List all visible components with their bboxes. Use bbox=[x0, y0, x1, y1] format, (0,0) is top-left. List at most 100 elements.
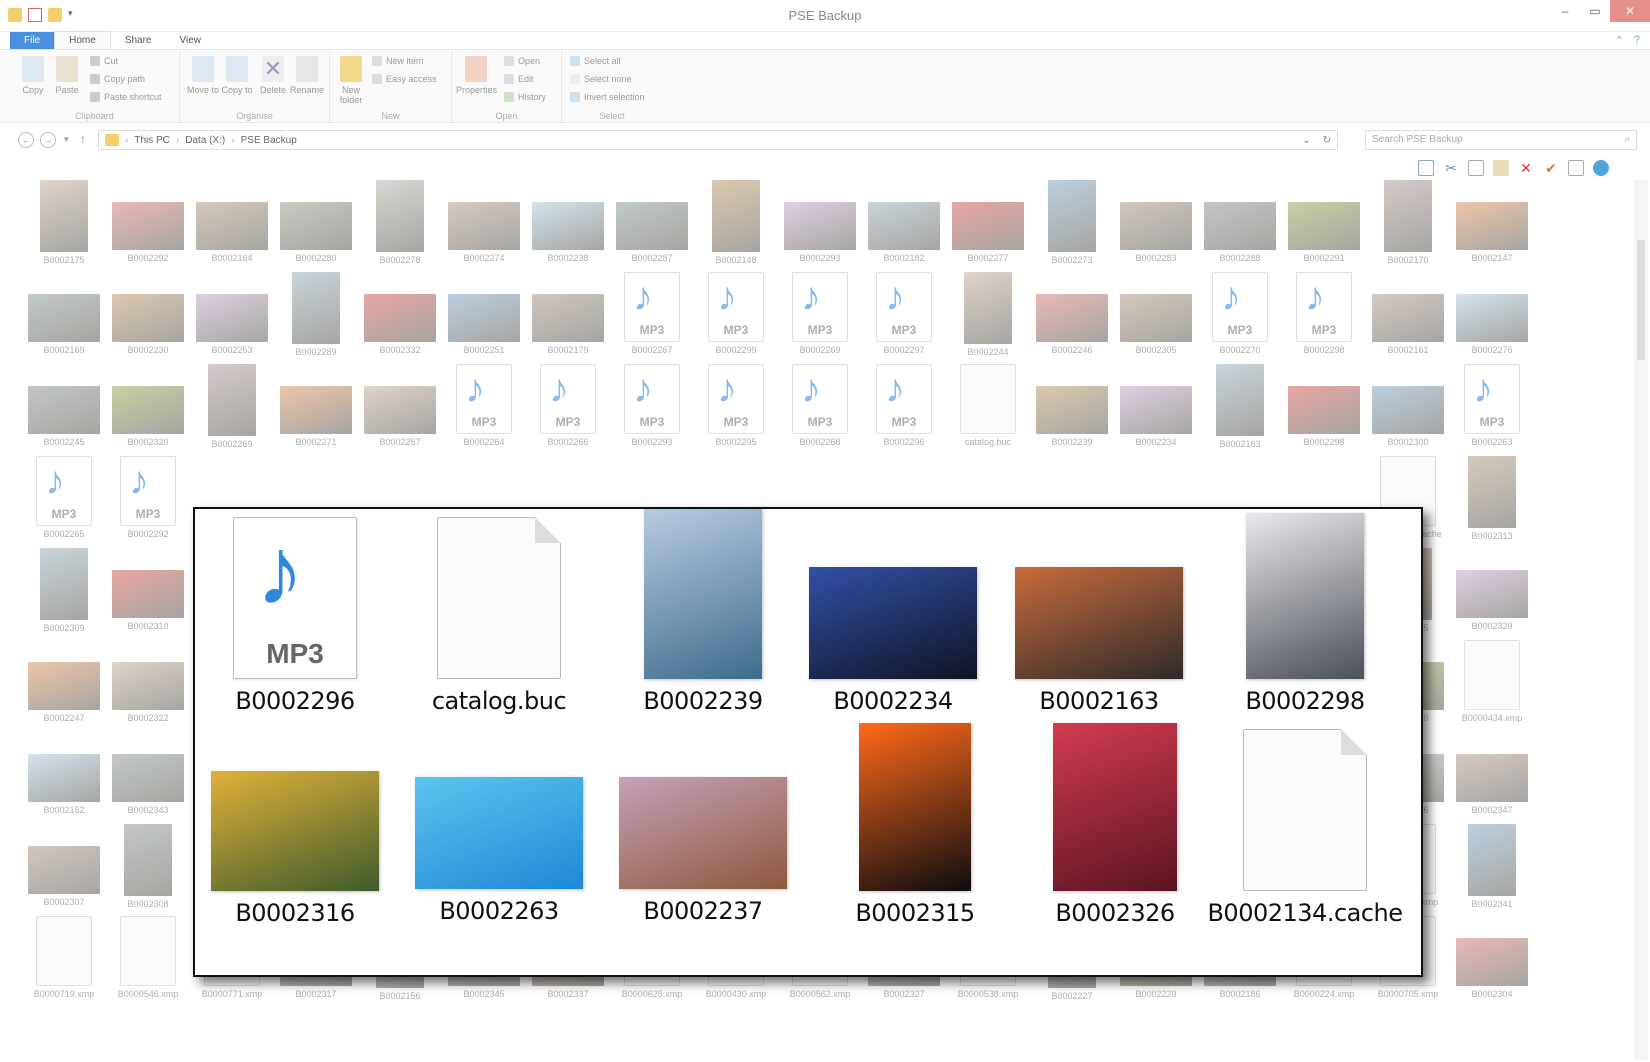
file-item[interactable]: B0002230 bbox=[104, 272, 192, 355]
file-item[interactable]: B0002164 bbox=[188, 180, 276, 263]
preview-pane-icon[interactable] bbox=[1418, 160, 1434, 176]
file-item[interactable]: B0002305 bbox=[1112, 272, 1200, 355]
tab-share[interactable]: Share bbox=[111, 32, 166, 49]
file-item[interactable]: B0002292 bbox=[104, 180, 192, 263]
file-item[interactable]: B0000546.xmp bbox=[104, 916, 192, 999]
file-item[interactable]: ♪ MP3 B0002264 bbox=[440, 364, 528, 447]
zoomed-file-item[interactable]: catalog.buc bbox=[399, 517, 599, 715]
maximize-button[interactable]: ▭ bbox=[1580, 0, 1610, 22]
tab-home[interactable]: Home bbox=[54, 31, 111, 49]
file-item[interactable]: B0002152 bbox=[20, 732, 108, 815]
zoomed-file-item[interactable]: B0002234 bbox=[793, 567, 993, 715]
file-item[interactable]: B0002246 bbox=[1028, 272, 1116, 355]
copy-to-button[interactable]: Copy to bbox=[220, 56, 254, 95]
recent-dropdown-icon[interactable]: ▾ bbox=[64, 134, 69, 145]
file-item[interactable]: ♪ MP3 B0002298 bbox=[1280, 272, 1368, 355]
file-item[interactable]: ♪ MP3 B0002267 bbox=[608, 272, 696, 355]
zoomed-file-item[interactable]: B0002134.cache bbox=[1205, 729, 1405, 927]
rename-button[interactable]: Rename bbox=[290, 56, 324, 95]
file-item[interactable]: B0002304 bbox=[1448, 916, 1536, 999]
file-item[interactable]: ♪ MP3 B0002293 bbox=[608, 364, 696, 447]
zoomed-file-item[interactable]: ♪ MP3 B0002296 bbox=[195, 517, 395, 715]
tab-file[interactable]: File bbox=[10, 31, 55, 49]
file-item[interactable]: ♪ MP3 B0002270 bbox=[1196, 272, 1284, 355]
zoomed-file-item[interactable]: B0002315 bbox=[815, 723, 1015, 927]
file-item[interactable]: ♪ MP3 B0002266 bbox=[524, 364, 612, 447]
delete-button[interactable]: ✕ Delete bbox=[256, 56, 290, 95]
file-item[interactable]: B0002343 bbox=[104, 732, 192, 815]
file-item[interactable]: ♪ MP3 B0002292 bbox=[104, 456, 192, 539]
file-item[interactable]: B0002251 bbox=[440, 272, 528, 355]
file-item[interactable]: ♪ MP3 B0002299 bbox=[692, 272, 780, 355]
file-item[interactable]: B0002170 bbox=[1364, 180, 1452, 265]
file-item[interactable]: B0002341 bbox=[1448, 824, 1536, 909]
scrollbar-thumb[interactable] bbox=[1637, 240, 1645, 360]
file-item[interactable]: B0002293 bbox=[776, 180, 864, 263]
address-bar[interactable]: › This PC › Data (X:) › PSE Backup ⌄ ↻ bbox=[98, 130, 1338, 150]
file-item[interactable]: ♪ MP3 B0002268 bbox=[776, 364, 864, 447]
file-item[interactable]: B0002277 bbox=[944, 180, 1032, 263]
file-item[interactable]: ♪ MP3 B0002295 bbox=[692, 364, 780, 447]
file-item[interactable]: B0002278 bbox=[356, 180, 444, 265]
zoomed-file-item[interactable]: B0002263 bbox=[399, 777, 599, 925]
paste-shortcut-button[interactable]: Paste shortcut bbox=[90, 92, 162, 102]
file-item[interactable]: B0002238 bbox=[524, 180, 612, 263]
copy-button[interactable]: Copy bbox=[16, 56, 50, 95]
easy-access-button[interactable]: Easy access bbox=[372, 74, 437, 84]
file-item[interactable]: B0002271 bbox=[272, 364, 360, 447]
file-item[interactable]: B0002300 bbox=[1364, 364, 1452, 447]
breadcrumb-data-drive[interactable]: Data (X:) bbox=[185, 135, 225, 146]
file-item[interactable]: B0002329 bbox=[1448, 548, 1536, 631]
file-item[interactable]: B0002289 bbox=[272, 272, 360, 357]
edit-button[interactable]: Edit bbox=[504, 74, 534, 84]
close-button[interactable]: ✕ bbox=[1610, 0, 1650, 22]
tab-view[interactable]: View bbox=[166, 32, 216, 49]
select-all-button[interactable]: Select all bbox=[570, 56, 621, 66]
file-item[interactable]: B0002309 bbox=[20, 548, 108, 633]
search-icon[interactable]: ⌕ bbox=[1624, 131, 1630, 149]
zoomed-file-item[interactable]: B0002237 bbox=[603, 777, 803, 925]
file-item[interactable]: B0002288 bbox=[1196, 180, 1284, 263]
properties-button[interactable]: Properties bbox=[456, 56, 497, 95]
file-item[interactable]: B0002287 bbox=[608, 180, 696, 263]
breadcrumb-pse-backup[interactable]: PSE Backup bbox=[241, 135, 297, 146]
minimize-button[interactable]: – bbox=[1550, 0, 1580, 22]
file-item[interactable]: ♪ MP3 B0002269 bbox=[776, 272, 864, 355]
cut-button[interactable]: Cut bbox=[90, 56, 118, 66]
file-item[interactable]: B0002179 bbox=[524, 272, 612, 355]
new-folder-button[interactable]: New folder bbox=[334, 56, 368, 105]
file-item[interactable]: B0002175 bbox=[20, 180, 108, 265]
file-item[interactable]: B0002269 bbox=[188, 364, 276, 449]
file-item[interactable]: B0002332 bbox=[356, 272, 444, 355]
rename-icon[interactable] bbox=[1568, 160, 1584, 176]
refresh-icon[interactable]: ↻ bbox=[1323, 135, 1331, 146]
up-arrow-icon[interactable]: ↑ bbox=[80, 132, 86, 146]
zoomed-file-item[interactable]: B0002316 bbox=[195, 771, 395, 927]
file-item[interactable]: ♪ MP3 B0002263 bbox=[1448, 364, 1536, 447]
file-item[interactable]: B0000719.xmp bbox=[20, 916, 108, 999]
file-item[interactable]: B0002347 bbox=[1448, 732, 1536, 815]
file-item[interactable]: B0002273 bbox=[1028, 180, 1116, 265]
zoomed-file-item[interactable]: B0002326 bbox=[1015, 723, 1215, 927]
file-item[interactable]: B0002169 bbox=[20, 272, 108, 355]
file-item[interactable]: B0002283 bbox=[1112, 180, 1200, 263]
paste-icon[interactable] bbox=[1493, 160, 1509, 176]
forward-button[interactable]: → bbox=[40, 132, 56, 148]
file-item[interactable]: B0002276 bbox=[1448, 272, 1536, 355]
file-item[interactable]: ♪ MP3 B0002265 bbox=[20, 456, 108, 539]
file-item[interactable]: B0002161 bbox=[1364, 272, 1452, 355]
file-item[interactable]: B0002320 bbox=[104, 364, 192, 447]
file-item[interactable]: B0002234 bbox=[1112, 364, 1200, 447]
invert-selection-button[interactable]: Invert selection bbox=[570, 92, 645, 102]
copy-icon[interactable] bbox=[1468, 160, 1484, 176]
file-item[interactable]: ♪ MP3 B0002297 bbox=[860, 272, 948, 355]
file-item[interactable]: ♪ MP3 B0002296 bbox=[860, 364, 948, 447]
file-item[interactable]: B0002322 bbox=[104, 640, 192, 723]
paste-button[interactable]: Paste bbox=[50, 56, 84, 95]
globe-icon[interactable] bbox=[1593, 160, 1609, 176]
zoomed-file-item[interactable]: B0002298 bbox=[1205, 513, 1405, 715]
file-item[interactable]: B0002245 bbox=[20, 364, 108, 447]
file-item[interactable]: B0002239 bbox=[1028, 364, 1116, 447]
file-item[interactable]: B0002274 bbox=[440, 180, 528, 263]
chevron-up-icon[interactable]: ⌃ bbox=[1615, 34, 1624, 47]
